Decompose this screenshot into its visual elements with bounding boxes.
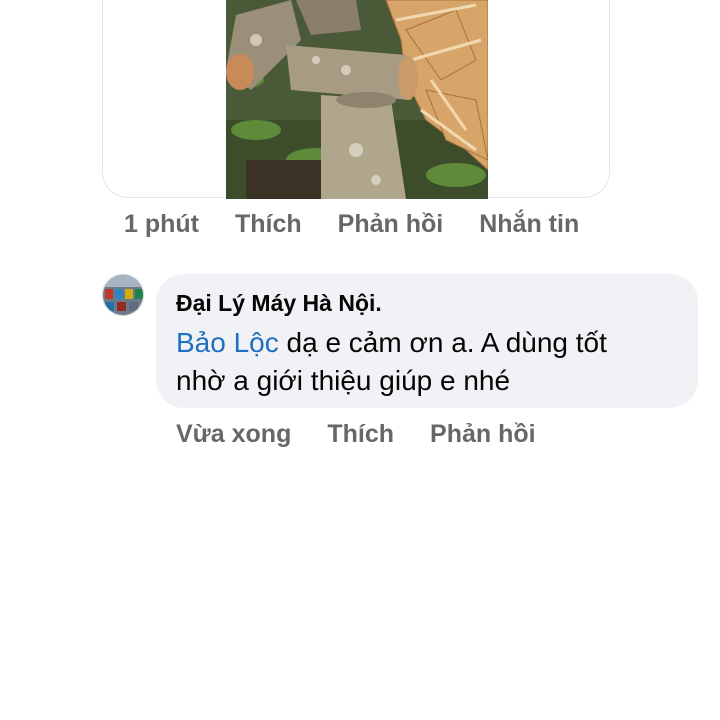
comment-text: Bảo Lộc dạ e cảm ơn a. A dùng tốt nhờ a … <box>176 324 678 400</box>
comment-bubble: Đại Lý Máy Hà Nội. Bảo Lộc dạ e cảm ơn a… <box>156 274 698 408</box>
avatar[interactable] <box>102 274 144 316</box>
attachment-photo[interactable] <box>226 0 488 199</box>
reply-button[interactable]: Phản hồi <box>430 420 536 449</box>
message-button[interactable]: Nhắn tin <box>479 210 579 239</box>
reply-comment-time[interactable]: Vừa xong <box>176 420 291 449</box>
mention-link[interactable]: Bảo Lộc <box>176 327 279 358</box>
comment-author[interactable]: Đại Lý Máy Hà Nội. <box>176 288 678 318</box>
avatar-shop-photo-icon <box>103 275 143 315</box>
comment-text-line2: nhờ a giới thiệu giúp e nhé <box>176 365 511 396</box>
like-button[interactable]: Thích <box>235 210 302 239</box>
reply-button[interactable]: Phản hồi <box>338 210 444 239</box>
comment-text-line1: dạ e cảm ơn a. A dùng tốt <box>278 327 607 358</box>
like-button[interactable]: Thích <box>327 420 394 449</box>
prev-comment-time[interactable]: 1 phút <box>124 210 199 239</box>
prev-comment-actions: 1 phút Thích Phản hồi Nhắn tin <box>124 210 615 239</box>
reply-comment-actions: Vừa xong Thích Phản hồi <box>176 420 572 449</box>
